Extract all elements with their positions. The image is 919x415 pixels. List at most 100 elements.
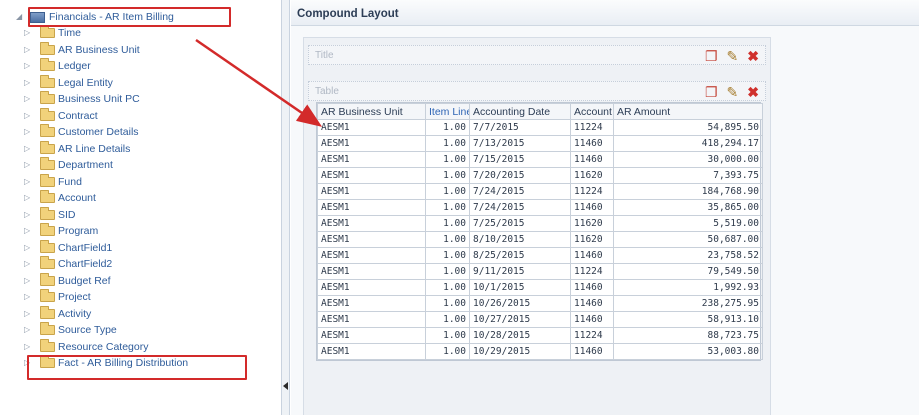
table-cell: 10/29/2015 — [469, 343, 571, 360]
tree-item-folder[interactable]: ▷ Account — [24, 190, 96, 206]
collapse-arrow-icon[interactable] — [283, 382, 288, 390]
expand-triangle-icon[interactable]: ▷ — [24, 240, 34, 256]
folder-icon — [40, 25, 55, 38]
folder-icon — [40, 223, 55, 236]
table-cell: AESM1 — [317, 311, 426, 328]
tree-item-label: Time — [58, 27, 81, 39]
folder-icon — [40, 256, 55, 269]
expand-triangle-icon[interactable]: ▷ — [24, 306, 34, 322]
table-cell: 11460 — [570, 279, 614, 296]
table-cell: AESM1 — [317, 247, 426, 264]
expand-triangle-icon[interactable]: ▷ — [24, 91, 34, 107]
folder-icon — [40, 58, 55, 71]
expand-triangle-icon[interactable]: ▷ — [24, 256, 34, 272]
tree-item-folder[interactable]: ▷ Fund — [24, 173, 82, 190]
tree-item-folder[interactable]: ▷ Time — [24, 25, 81, 41]
expand-triangle-icon[interactable]: ▷ — [24, 289, 34, 305]
column-header[interactable]: Accounting Date — [469, 103, 571, 120]
folder-icon — [40, 107, 55, 121]
folder-icon — [40, 140, 55, 154]
table-cell: AESM1 — [317, 295, 426, 312]
folder-icon — [40, 41, 55, 55]
table-cell: AESM1 — [317, 199, 426, 216]
tree-item-label: Activity — [58, 307, 92, 320]
remove-x-icon[interactable]: ✖ — [747, 84, 759, 100]
tree-item-folder[interactable]: ▷ Legal Entity — [24, 74, 113, 91]
column-header[interactable]: AR Business Unit — [317, 103, 426, 120]
tree-item-label: Account — [58, 192, 96, 204]
tree-item-label: ChartField1 — [58, 241, 113, 254]
expand-triangle-icon[interactable]: ▷ — [24, 190, 34, 206]
expand-triangle-icon[interactable]: ▷ — [24, 355, 34, 371]
tree-item-folder[interactable]: ▷ Activity — [24, 305, 92, 322]
tree-item-folder[interactable]: ▷ Program — [24, 223, 98, 239]
table-cell: 1.00 — [425, 247, 470, 264]
tree-item-folder[interactable]: ▷ Department — [24, 157, 113, 173]
table-cell: 5,519.00 — [613, 215, 763, 232]
table-cell: 88,723.75 — [613, 327, 763, 344]
table-cell: 9/11/2015 — [469, 263, 571, 280]
column-header[interactable]: AR Amount — [613, 103, 763, 120]
expand-triangle-icon[interactable]: ▷ — [24, 174, 34, 190]
remove-x-icon[interactable]: ✖ — [747, 48, 759, 64]
expand-triangle-icon[interactable]: ▷ — [24, 207, 34, 223]
table-cell: 11620 — [570, 215, 614, 232]
expand-triangle-icon[interactable]: ▷ — [24, 141, 34, 157]
expand-triangle-icon[interactable]: ▷ — [24, 223, 34, 239]
expand-triangle-icon[interactable]: ▷ — [24, 108, 34, 124]
expand-triangle-icon[interactable]: ▷ — [24, 75, 34, 91]
table-cell: 7/24/2015 — [469, 199, 571, 216]
expand-triangle-icon[interactable]: ▷ — [24, 124, 34, 140]
expand-triangle-icon[interactable]: ▷ — [24, 42, 34, 58]
format-view-icon[interactable]: ❐ — [705, 48, 718, 64]
table-cell: 11620 — [570, 231, 614, 248]
tree-item-folder[interactable]: ▷ AR Line Details — [24, 140, 130, 157]
table-cell: AESM1 — [317, 327, 426, 344]
tree-root-subject-area[interactable]: ◢ Financials - AR Item Billing — [16, 9, 174, 25]
collapse-triangle-icon[interactable]: ◢ — [16, 9, 26, 25]
format-view-icon[interactable]: ❐ — [705, 84, 718, 100]
edit-pencil-icon[interactable]: ✎ — [727, 48, 739, 64]
tree-item-folder[interactable]: ▷ Ledger — [24, 58, 91, 74]
expand-triangle-icon[interactable]: ▷ — [24, 157, 34, 173]
expand-triangle-icon[interactable]: ▷ — [24, 25, 34, 41]
tree-item-folder[interactable]: ▷ Project — [24, 289, 91, 305]
table-row: AESM1 1.00 8/10/2015 11620 50,687.00 — [317, 231, 763, 248]
table-cell: 1.00 — [425, 263, 470, 280]
table-row: AESM1 1.00 7/25/2015 11620 5,519.00 — [317, 215, 763, 232]
tree-root-label: Financials - AR Item Billing — [49, 11, 174, 23]
table-cell: AESM1 — [317, 279, 426, 296]
table-cell: 1.00 — [425, 311, 470, 328]
tree-item-folder[interactable]: ▷ ChartField1 — [24, 239, 113, 256]
table-cell: 11460 — [570, 247, 614, 264]
table-cell: 53,003.80 — [613, 343, 763, 360]
tree-item-folder[interactable]: ▷ SID — [24, 206, 76, 223]
tree-item-folder[interactable]: ▷ Source Type — [24, 322, 117, 338]
expand-triangle-icon[interactable]: ▷ — [24, 339, 34, 355]
tree-item-folder[interactable]: ▷ Fact - AR Billing Distribution — [24, 355, 188, 371]
tree-item-folder[interactable]: ▷ ChartField2 — [24, 256, 112, 272]
tree-item-folder[interactable]: ▷ Resource Category — [24, 338, 148, 355]
folder-icon — [40, 206, 55, 220]
table-cell: 54,895.50 — [613, 119, 763, 136]
expand-triangle-icon[interactable]: ▷ — [24, 322, 34, 338]
tree-item-folder[interactable]: ▷ Customer Details — [24, 124, 139, 140]
panel-splitter[interactable] — [282, 0, 290, 415]
tree-item-folder[interactable]: ▷ Budget Ref — [24, 272, 111, 289]
expand-triangle-icon[interactable]: ▷ — [24, 58, 34, 74]
table-cell: 1.00 — [425, 151, 470, 168]
column-header[interactable]: Account — [570, 103, 614, 120]
tree-item-folder[interactable]: ▷ AR Business Unit — [24, 41, 140, 58]
table-row: AESM1 1.00 7/15/2015 11460 30,000.00 — [317, 151, 763, 168]
column-header[interactable]: Item Line — [425, 103, 470, 120]
tree-item-label: Source Type — [58, 324, 117, 336]
tree-item-folder[interactable]: ▷ Contract — [24, 107, 98, 124]
table-view-bar[interactable]: Table ❐ ✎ ✖ — [308, 81, 766, 101]
folder-icon — [40, 338, 55, 352]
expand-triangle-icon[interactable]: ▷ — [24, 273, 34, 289]
edit-pencil-icon[interactable]: ✎ — [727, 84, 739, 100]
title-view-bar[interactable]: Title ❐ ✎ ✖ — [308, 45, 766, 65]
table-cell: 11460 — [570, 199, 614, 216]
table-cell: 10/27/2015 — [469, 311, 571, 328]
tree-item-folder[interactable]: ▷ Business Unit PC — [24, 91, 140, 107]
